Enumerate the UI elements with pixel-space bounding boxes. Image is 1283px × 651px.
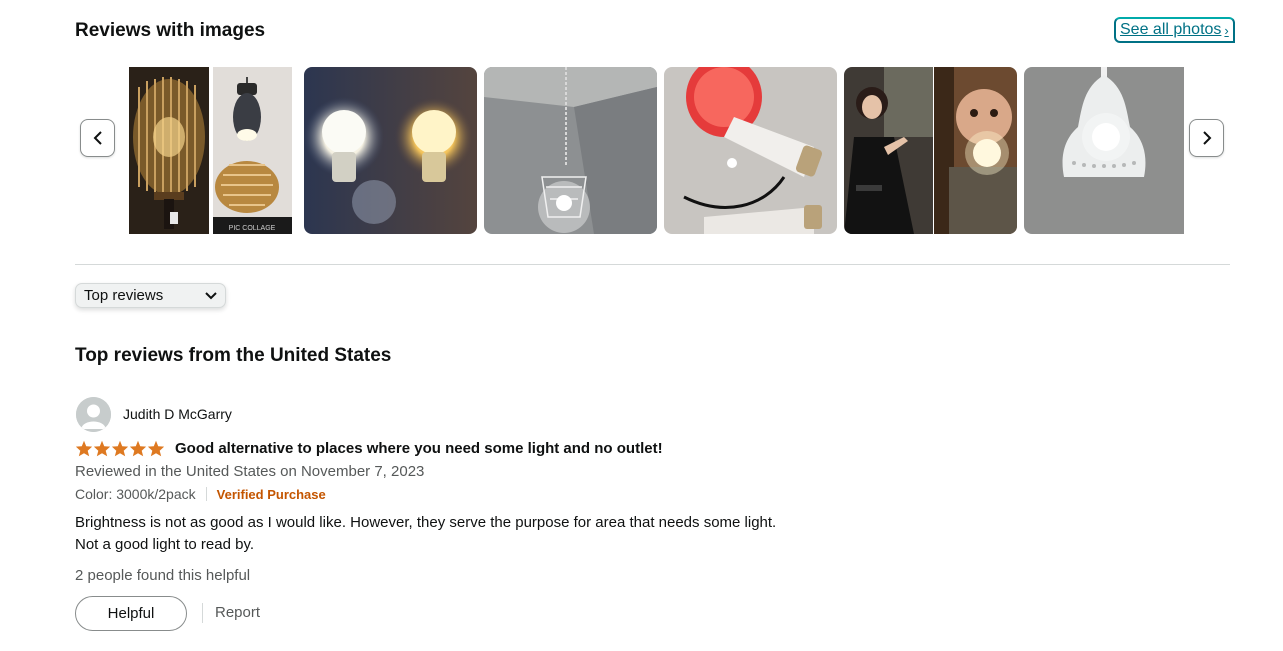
review-variant-info: Color: 3000k/2pack Verified Purchase [75,486,326,502]
verified-purchase-badge: Verified Purchase [216,486,326,502]
red-bulb-photo [664,67,837,234]
lamp-collage-photo: PIC COLLAGE [129,67,292,234]
chevron-left-icon [93,131,102,145]
star-icon [93,440,111,457]
review-photo-thumbnail[interactable]: PIC COLLAGE [129,67,292,234]
chevron-right-icon [1202,131,1211,145]
carousel-next-button[interactable] [1189,119,1224,157]
chevron-down-icon [205,291,217,299]
review-author-name[interactable]: Judith D McGarry [123,406,232,422]
review-photo-thumbnail[interactable] [304,67,477,234]
helpful-button[interactable]: Helpful [75,596,187,631]
variant-separator [205,487,207,501]
star-icon [75,440,93,457]
review-body-line: Brightness is not as good as I would lik… [75,514,777,531]
star-rating[interactable] [75,440,165,457]
avatar [76,397,111,432]
report-link[interactable]: Report [215,604,260,621]
star-icon [129,440,147,457]
chandelier-photo [484,67,657,234]
review-body-line: Not a good light to read by. [75,536,255,553]
see-all-photos-link[interactable]: See all photos › [1114,17,1235,43]
sort-reviews-dropdown[interactable]: Top reviews [75,283,226,308]
carousel-prev-button[interactable] [80,119,115,157]
review-body: Brightness is not as good as I would lik… [75,512,975,556]
review-title-link[interactable]: Good alternative to places where you nee… [175,440,663,457]
reviews-with-images-title: Reviews with images [75,20,266,41]
chevron-right-icon: › [1224,22,1229,38]
photo-watermark: PIC COLLAGE [229,225,276,232]
star-icon [147,440,165,457]
people-collage-photo [844,67,1017,234]
two-bulbs-photo [304,67,477,234]
helpful-count: 2 people found this helpful [75,567,251,584]
review-date: Reviewed in the United States on Novembe… [75,463,425,480]
review-photo-thumbnail[interactable] [664,67,837,234]
review-photo-thumbnail[interactable] [1024,67,1184,234]
section-divider [75,264,1230,265]
user-avatar-icon [76,397,111,432]
star-icon [111,440,129,457]
action-separator [202,603,203,623]
sort-selected-value: Top reviews [84,287,164,304]
top-reviews-heading: Top reviews from the United States [75,345,392,366]
see-all-photos-label: See all photos [1120,21,1222,38]
variant-label: Color: 3000k/2pack [75,486,196,502]
review-photo-thumbnail[interactable] [484,67,657,234]
review-photo-thumbnail[interactable] [844,67,1017,234]
pendant-light-photo [1024,67,1184,234]
